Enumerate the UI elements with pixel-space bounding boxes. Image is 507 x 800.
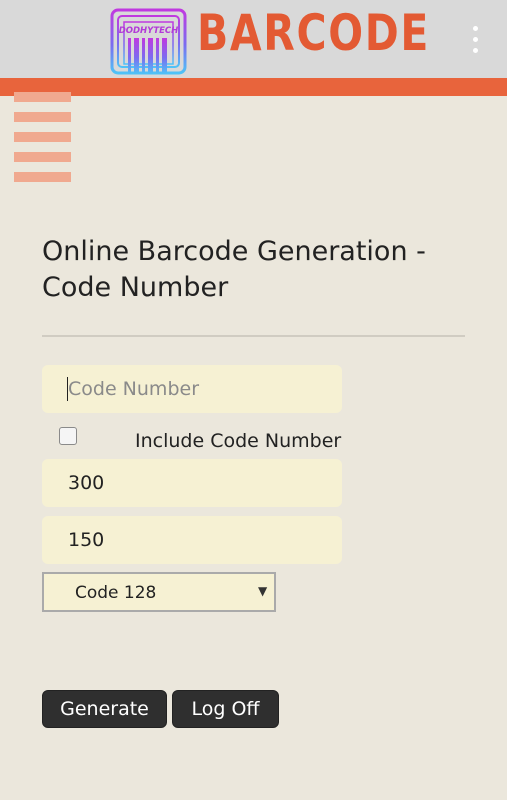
height-input[interactable] <box>42 516 342 564</box>
barcode-logo-icon: DODHYTECH <box>110 8 187 75</box>
app-bar: DODHYTECH BARCODE <box>0 0 507 78</box>
width-field <box>42 459 342 507</box>
accent-strip <box>0 78 507 96</box>
svg-text:DODHYTECH: DODHYTECH <box>119 26 179 36</box>
hamburger-menu-icon[interactable] <box>14 92 71 184</box>
app-logo-text: BARCODE <box>197 4 431 62</box>
dropdown-arrow-icon: ▼ <box>258 584 268 598</box>
include-code-label: Include Code Number <box>135 430 342 452</box>
barcode-type-value: Code 128 <box>75 583 157 603</box>
height-field <box>42 516 342 564</box>
include-code-checkbox[interactable] <box>59 427 77 445</box>
generate-button[interactable]: Generate <box>42 690 167 728</box>
page-title: Online Barcode Generation - Code Number <box>42 236 426 303</box>
width-input[interactable] <box>42 459 342 507</box>
barcode-type-select[interactable]: Code 128 ▼ <box>42 572 276 612</box>
text-caret <box>67 377 68 401</box>
code-number-field <box>42 365 342 413</box>
log-off-button[interactable]: Log Off <box>172 690 279 728</box>
divider <box>42 335 465 337</box>
code-number-input[interactable] <box>42 365 342 413</box>
more-vert-icon[interactable] <box>466 24 486 56</box>
